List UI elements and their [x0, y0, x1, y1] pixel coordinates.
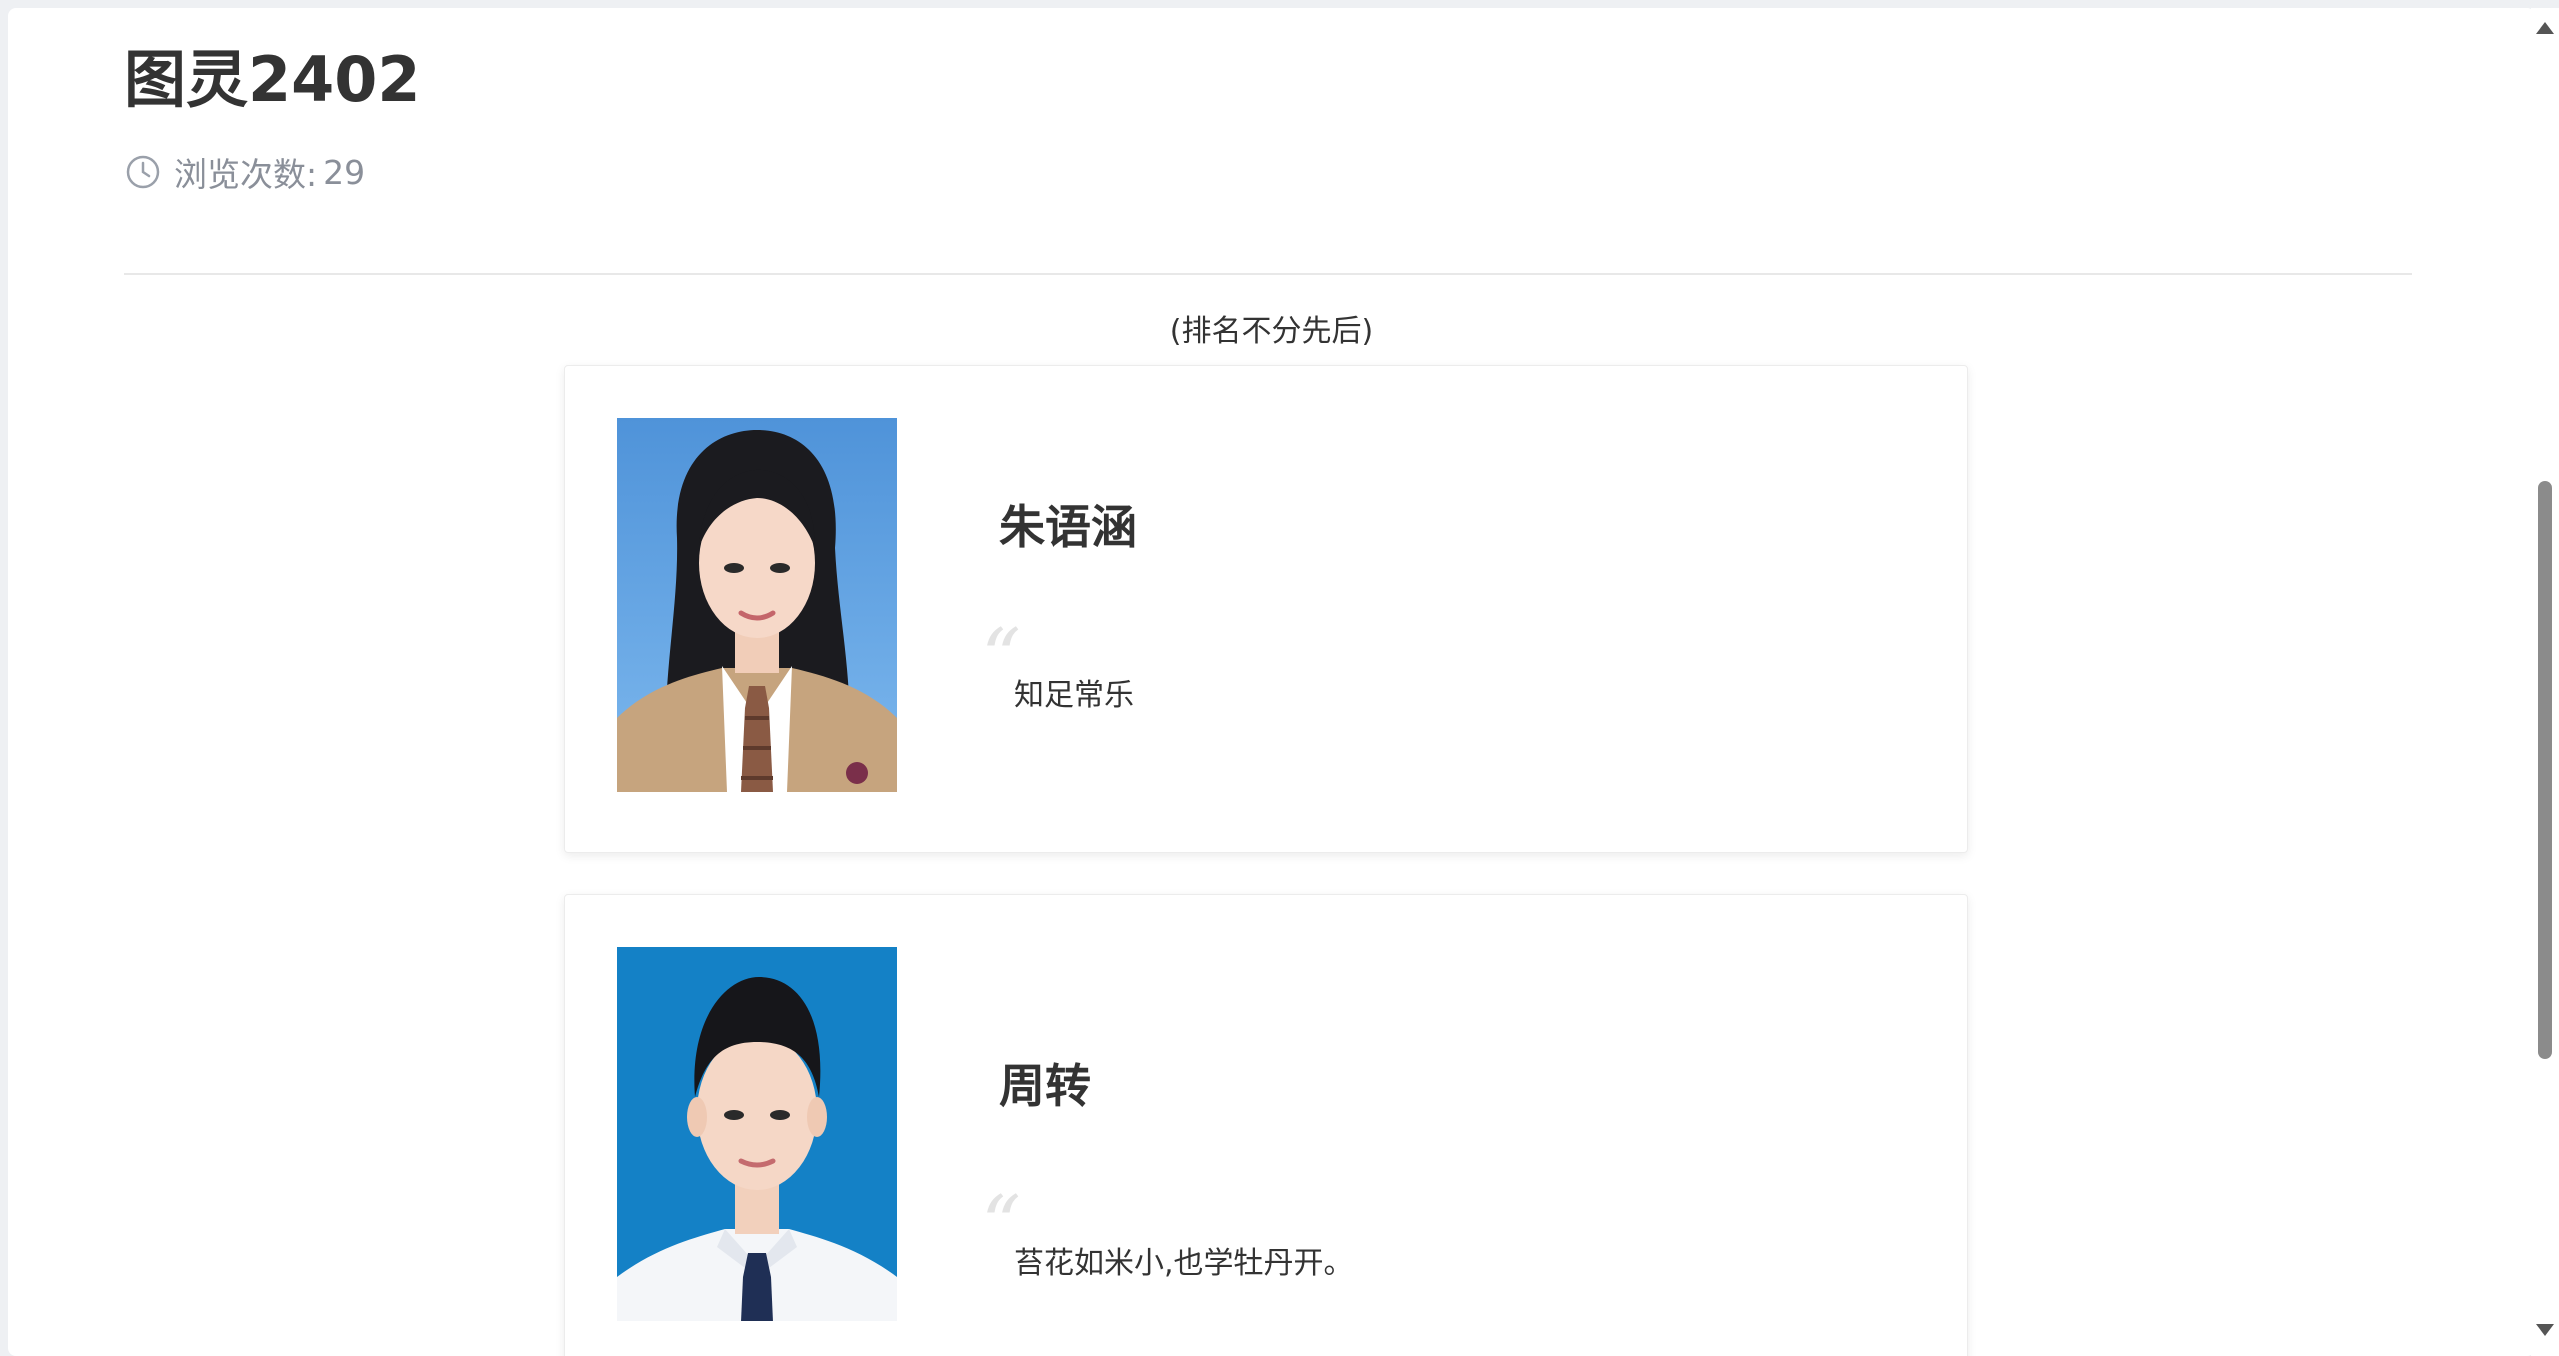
view-count-label: 浏览次数: — [174, 155, 318, 194]
vertical-scrollbar[interactable] — [2531, 8, 2559, 1356]
view-count: 浏览次数: 29 — [124, 148, 365, 196]
student-motto: 知足常乐 — [1014, 678, 1134, 713]
page-container: 图灵2402 浏览次数: 29 (排名不分先后) 朱语涵 “ 知足常乐 周转 “… — [8, 8, 2535, 1356]
view-count-value: 29 — [323, 152, 366, 192]
student-name: 周转 — [999, 1059, 1091, 1113]
student-photo — [617, 418, 897, 792]
student-motto: 苔花如米小,也学牡丹开。 — [1014, 1246, 1354, 1281]
scroll-down-icon[interactable] — [2536, 1324, 2554, 1336]
student-photo — [617, 947, 897, 1321]
ranking-note: (排名不分先后) — [1169, 314, 1374, 349]
divider — [124, 273, 2412, 275]
student-card: 周转 “ 苔花如米小,也学牡丹开。 — [564, 894, 1968, 1356]
scroll-up-icon[interactable] — [2536, 22, 2554, 34]
student-card: 朱语涵 “ 知足常乐 — [564, 365, 1968, 853]
clock-icon — [126, 155, 160, 189]
student-name: 朱语涵 — [999, 500, 1137, 554]
page-title: 图灵2402 — [124, 43, 421, 116]
scroll-thumb[interactable] — [2538, 481, 2552, 1059]
